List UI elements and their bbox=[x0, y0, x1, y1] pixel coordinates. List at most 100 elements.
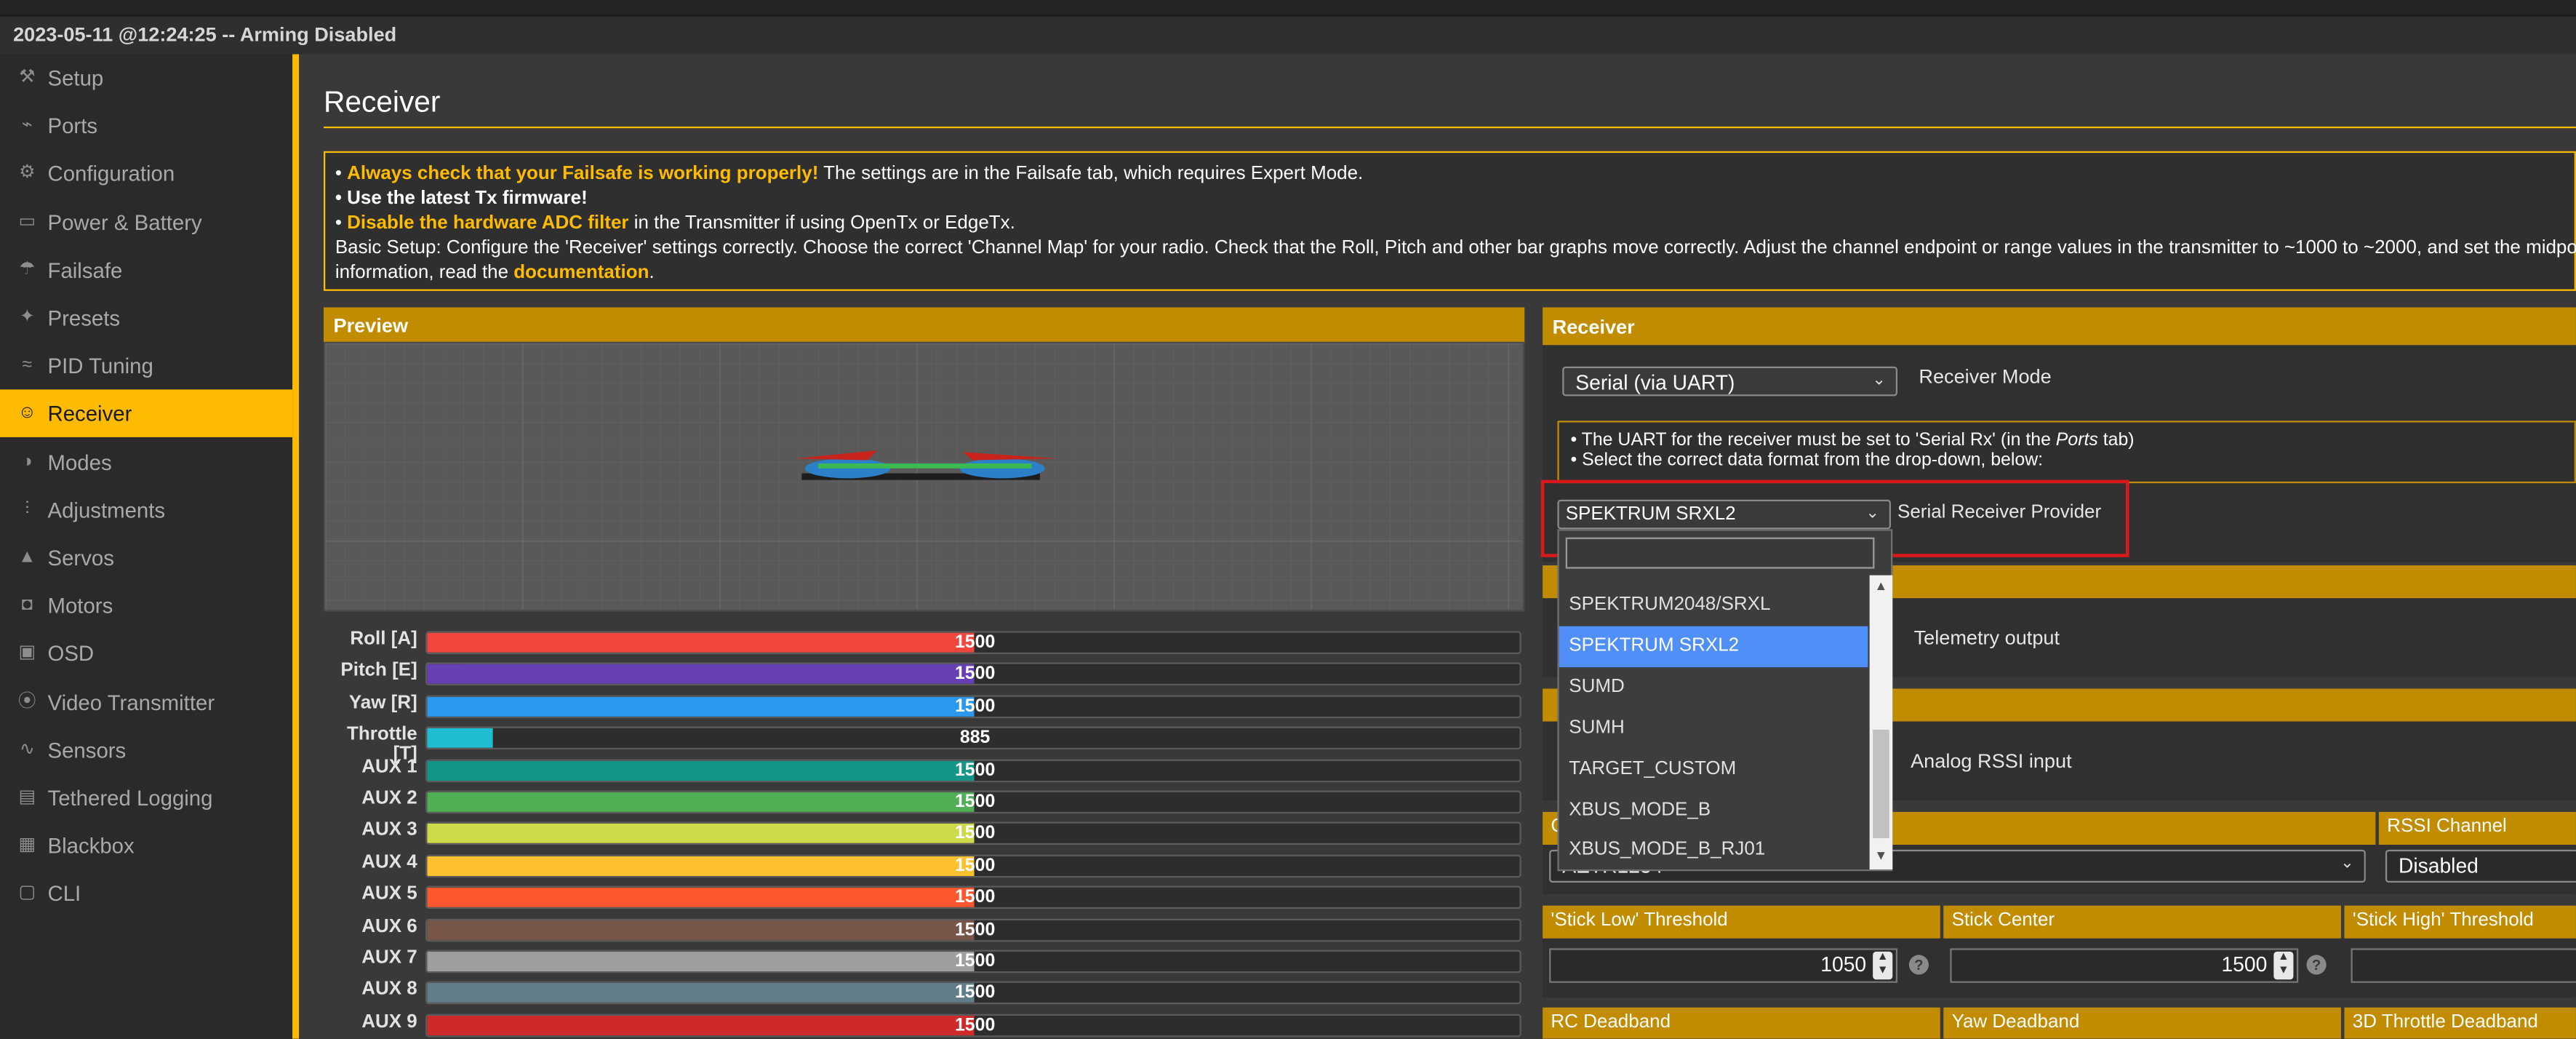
sidebar-item-osd[interactable]: ▣ OSD bbox=[0, 630, 292, 678]
dropdown-scrollbar[interactable]: ▲ ▼ bbox=[1869, 575, 1893, 869]
gear-icon: ⚙ bbox=[19, 163, 36, 183]
receiver-panel-header: Receiver bbox=[1543, 307, 2576, 346]
notice-firmware-text: Use the latest Tx firmware! bbox=[347, 188, 588, 209]
rssi-channel-select[interactable]: Disabled bbox=[2385, 849, 2576, 883]
dropdown-option[interactable]: XBUS_MODE_B_RJ01 bbox=[1559, 831, 1868, 872]
receiver-mode-select[interactable]: Serial (via UART) ⌄ bbox=[1562, 366, 1898, 397]
sidebar-item-label: Receiver bbox=[47, 402, 132, 426]
channel-bar: 1500 bbox=[425, 854, 1521, 877]
status-text: 2023-05-11 @12:24:25 -- Arming Disabled bbox=[13, 23, 397, 47]
dropdown-option[interactable]: SUMH bbox=[1559, 708, 1868, 749]
robot-icon: ☺ bbox=[17, 403, 36, 423]
sidebar-item-presets[interactable]: ✦ Presets bbox=[0, 294, 292, 342]
sidebar-item-motors[interactable]: ◘ Motors bbox=[0, 582, 292, 630]
channel-value: 1500 bbox=[954, 983, 996, 1003]
rc-deadband-label: RC Deadband bbox=[1551, 1012, 1671, 1032]
serial-provider-dropdown[interactable]: SPEKTRUM2048/SRXL SPEKTRUM SRXL2 SUMD SUMH T… bbox=[1557, 529, 1893, 872]
sidebar-item-label: Tethered Logging bbox=[47, 785, 213, 811]
dropdown-option[interactable]: XBUS_MODE_B bbox=[1559, 789, 1868, 830]
channel-value: 1500 bbox=[954, 1015, 996, 1035]
channel-value: 1500 bbox=[954, 760, 996, 781]
osd-icon: ▣ bbox=[18, 643, 36, 664]
sidebar-item-label: Motors bbox=[47, 593, 113, 618]
sidebar-item-video-transmitter[interactable]: ⦿ Video Transmitter bbox=[0, 678, 292, 726]
rssi-channel-header: RSSI Channel bbox=[2378, 811, 2576, 845]
page-title: Receiver bbox=[324, 85, 441, 119]
notice-info-text: information, read the bbox=[335, 263, 514, 283]
receiver-mode-value: Serial (via UART) bbox=[1575, 371, 1735, 395]
stick-high-input[interactable] bbox=[2351, 948, 2576, 983]
preview-3d-view[interactable] bbox=[324, 341, 1525, 612]
dropdown-option[interactable]: TARGET_CUSTOM bbox=[1559, 749, 1868, 789]
throttle-3d-deadband-label: 3D Throttle Deadband bbox=[2352, 1012, 2538, 1032]
channel-value: 1500 bbox=[954, 632, 996, 653]
help-icon[interactable]: ? bbox=[1908, 955, 1929, 975]
dropdown-option[interactable]: SUMD bbox=[1559, 667, 1868, 708]
stick-low-value: 1050 bbox=[1820, 953, 1867, 976]
sidebar-item-failsafe[interactable]: ☂ Failsafe bbox=[0, 246, 292, 294]
uart-note-select-text: Select the correct data format from the … bbox=[1582, 450, 2044, 471]
sidebar-item-pid-tuning[interactable]: ≈ PID Tuning bbox=[0, 342, 292, 390]
sidebar-item-sensors[interactable]: ∿ Sensors bbox=[0, 726, 292, 774]
uart-note-text: The UART for the receiver must be set to… bbox=[1581, 430, 2056, 450]
channel-label: Yaw [R] bbox=[348, 693, 417, 713]
sidebar-item-receiver[interactable]: ☺ Receiver bbox=[0, 390, 293, 438]
sidebar-item-label: Blackbox bbox=[47, 833, 135, 859]
sidebar-item-setup[interactable]: ⚒ Setup bbox=[0, 55, 292, 103]
preview-header: Preview bbox=[324, 307, 1525, 344]
channel-bar: 1500 bbox=[425, 758, 1521, 782]
help-icon[interactable]: ? bbox=[2306, 955, 2327, 975]
stick-center-input[interactable]: 1500 ▲ ▼ bbox=[1950, 948, 2299, 983]
sidebar-item-label: Power & Battery bbox=[47, 210, 202, 235]
stick-low-label: 'Stick Low' Threshold bbox=[1551, 910, 1728, 931]
dropdown-option[interactable]: SPEKTRUM SRXL2 bbox=[1559, 626, 1868, 667]
dropdown-search-input[interactable] bbox=[1565, 537, 1875, 569]
channel-label: AUX 2 bbox=[361, 789, 417, 809]
rssi-channel-value: Disabled bbox=[2398, 854, 2479, 878]
stick-low-input[interactable]: 1050 ▲ ▼ bbox=[1549, 948, 1898, 983]
notice-adc-highlight: Disable the hardware ADC filter bbox=[347, 213, 629, 234]
sidebar-item-label: Sensors bbox=[47, 737, 127, 763]
scrollbar-thumb[interactable] bbox=[1873, 729, 1889, 839]
channel-bar: 1500 bbox=[425, 695, 1521, 718]
channel-value: 1500 bbox=[954, 951, 996, 972]
scroll-up-icon[interactable]: ▲ bbox=[1874, 578, 1887, 593]
dropdown-option[interactable]: SPEKTRUM2048/SRXL bbox=[1559, 585, 1868, 626]
channel-bar: 1500 bbox=[425, 663, 1521, 686]
blackbox-icon: ▦ bbox=[18, 835, 36, 856]
motor-icon: ◘ bbox=[21, 595, 33, 616]
channel-bar: 1500 bbox=[425, 950, 1521, 974]
sidebar-item-servos[interactable]: ▲ Servos bbox=[0, 534, 292, 582]
sidebar-item-tethered-logging[interactable]: ▤ Tethered Logging bbox=[0, 774, 292, 822]
sidebar-item-cli[interactable]: ▢ CLI bbox=[0, 870, 292, 918]
channel-value: 1500 bbox=[954, 792, 996, 812]
sidebar-item-adjustments[interactable]: ⫶ Adjustments bbox=[0, 486, 292, 534]
tuning-icon: ≈ bbox=[22, 355, 33, 375]
uart-note-tab: tab) bbox=[2097, 430, 2135, 450]
sidebar-item-label: Modes bbox=[47, 450, 112, 474]
sidebar-item-label: OSD bbox=[47, 641, 95, 666]
channel-label: AUX 5 bbox=[361, 884, 417, 904]
notice-failsafe-text: The settings are in the Failsafe tab, wh… bbox=[818, 164, 1364, 184]
preview-grid bbox=[325, 343, 1524, 610]
documentation-link[interactable]: documentation bbox=[513, 263, 649, 282]
sidebar-item-modes[interactable]: ◑ Modes bbox=[0, 438, 292, 486]
top-bar bbox=[0, 0, 2576, 17]
stepper-icon[interactable]: ▲ ▼ bbox=[1873, 951, 1893, 980]
stepper-icon[interactable]: ▲ ▼ bbox=[2273, 951, 2294, 980]
preview-title: Preview bbox=[333, 314, 409, 338]
sidebar-item-ports[interactable]: ⌁ Ports bbox=[0, 102, 292, 150]
scroll-down-icon[interactable]: ▼ bbox=[1874, 848, 1887, 863]
channel-label: AUX 9 bbox=[361, 1012, 417, 1032]
analog-rssi-input-label: Analog RSSI input bbox=[1911, 749, 2072, 773]
yaw-deadband-header: Yaw Deadband bbox=[1943, 1007, 2341, 1039]
notice-basic-setup: Basic Setup: Configure the 'Receiver' se… bbox=[335, 238, 2576, 258]
sidebar-item-power-battery[interactable]: ▭ Power & Battery bbox=[0, 198, 292, 246]
sidebar-item-blackbox[interactable]: ▦ Blackbox bbox=[0, 822, 292, 870]
sidebar-item-configuration[interactable]: ⚙ Configuration bbox=[0, 150, 292, 198]
uart-note: • The UART for the receiver must be set … bbox=[1557, 421, 2576, 484]
sidebar-item-label: Setup bbox=[47, 65, 104, 91]
sidebar-item-label: Presets bbox=[47, 306, 121, 331]
channel-bar: 885 bbox=[425, 726, 1521, 750]
channel-value: 1500 bbox=[954, 856, 996, 876]
